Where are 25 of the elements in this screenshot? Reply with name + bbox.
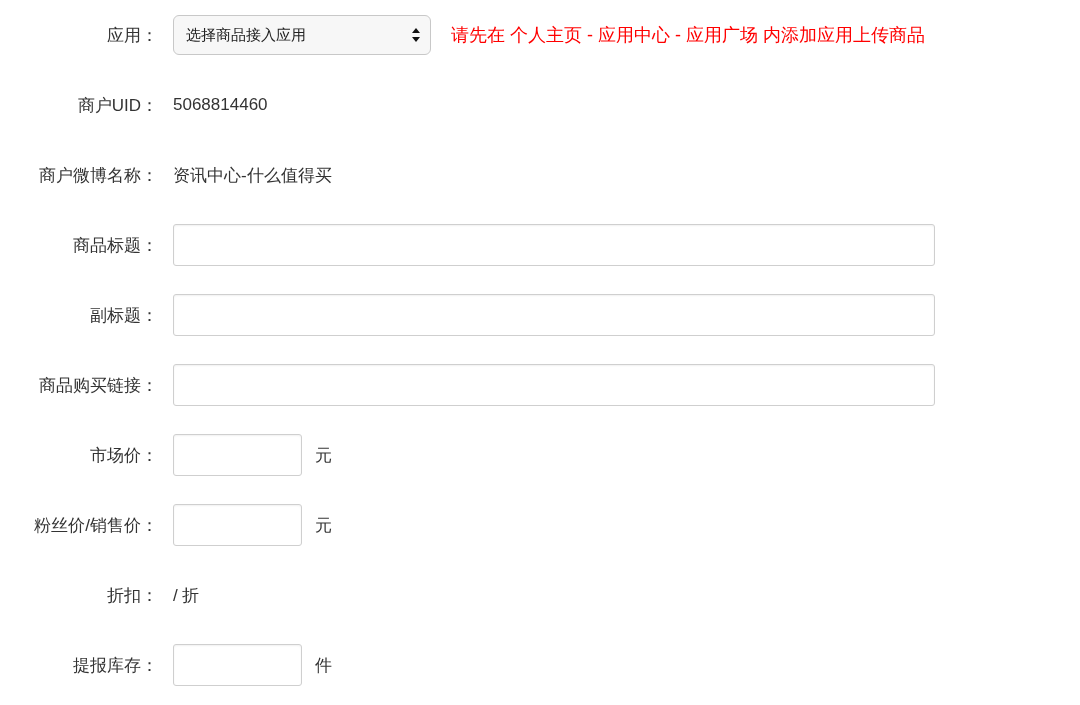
field-label: 粉丝价/销售价：: [33, 514, 158, 537]
field-label: 副标题：: [89, 304, 158, 327]
unit-label: 元: [315, 514, 332, 537]
hint-text: 请先在 个人主页 - 应用中心 - 应用广场 内添加应用上传商品: [451, 24, 925, 47]
field-label: 应用：: [106, 24, 158, 47]
field-value: / 折: [173, 584, 200, 607]
field-label: 市场价：: [89, 444, 158, 467]
text-input[interactable]: [173, 224, 935, 266]
number-input[interactable]: [173, 434, 302, 476]
number-input[interactable]: [173, 644, 302, 686]
field-label: 商户UID：: [76, 94, 158, 117]
field-value: 资讯中心-什么值得买: [173, 164, 332, 187]
text-input[interactable]: [173, 294, 935, 336]
number-input[interactable]: [173, 504, 302, 546]
up-down-arrows-icon: [412, 28, 420, 42]
unit-label: 元: [315, 444, 332, 467]
field-label: 商户微博名称：: [38, 164, 158, 187]
field-label: 商品标题：: [72, 234, 158, 257]
field-label: 提报库存：: [72, 654, 158, 677]
unit-label: 件: [315, 654, 332, 677]
field-value: 5068814460: [173, 95, 268, 115]
field-label: 商品购买链接：: [38, 374, 158, 397]
app-select[interactable]: 选择商品接入应用: [173, 15, 431, 55]
text-input[interactable]: [173, 364, 935, 406]
field-label: 折扣：: [106, 584, 158, 607]
